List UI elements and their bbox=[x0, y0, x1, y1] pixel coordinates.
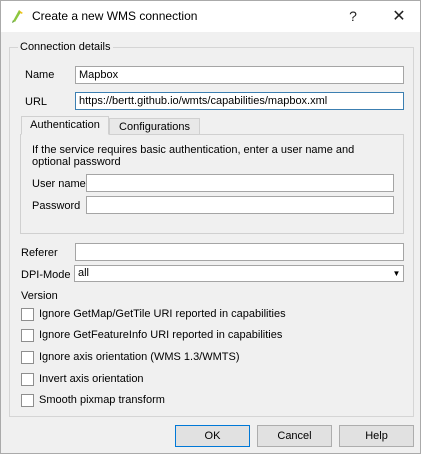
dpi-mode-select[interactable]: all ▼ bbox=[74, 265, 404, 282]
username-input[interactable] bbox=[86, 174, 394, 192]
invert-axis-orientation-checkbox[interactable] bbox=[21, 373, 34, 386]
tab-authentication[interactable]: Authentication bbox=[21, 116, 109, 135]
qgis-icon bbox=[12, 10, 23, 23]
checkbox-label[interactable]: Ignore GetMap/GetTile URI reported in ca… bbox=[39, 308, 286, 320]
connection-details-title: Connection details bbox=[18, 41, 113, 53]
checkbox-label[interactable]: Ignore GetFeatureInfo URI reported in ca… bbox=[39, 329, 282, 341]
help-button[interactable]: Help bbox=[339, 425, 414, 447]
checkbox-label[interactable]: Invert axis orientation bbox=[39, 373, 144, 385]
authentication-panel: If the service requires basic authentica… bbox=[20, 134, 404, 234]
ignore-axis-orientation-checkbox[interactable] bbox=[21, 351, 34, 364]
referer-label: Referer bbox=[21, 247, 58, 259]
url-label: URL bbox=[25, 96, 48, 108]
ignore-getfeatureinfo-checkbox[interactable] bbox=[21, 329, 34, 342]
name-label: Name bbox=[25, 69, 55, 81]
dpi-mode-label: DPI-Mode bbox=[21, 269, 71, 281]
dpi-mode-value: all bbox=[78, 267, 90, 279]
tab-configurations[interactable]: Configurations bbox=[109, 118, 200, 135]
url-input[interactable]: https://bertt.github.io/wmts/capabilitie… bbox=[75, 92, 404, 110]
password-label: Password bbox=[32, 200, 81, 212]
smooth-pixmap-checkbox[interactable] bbox=[21, 394, 34, 407]
title-bar: Create a new WMS connection ? ✕ bbox=[1, 1, 420, 32]
chevron-down-icon[interactable]: ▼ bbox=[389, 266, 403, 281]
help-icon[interactable]: ? bbox=[333, 1, 373, 32]
ok-button[interactable]: OK bbox=[175, 425, 250, 447]
ignore-getmap-checkbox[interactable] bbox=[21, 308, 34, 321]
checkbox-label[interactable]: Ignore axis orientation (WMS 1.3/WMTS) bbox=[39, 351, 240, 363]
username-label: User name bbox=[32, 178, 86, 190]
wms-connection-dialog: Create a new WMS connection ? ✕ Connecti… bbox=[0, 0, 421, 454]
referer-input[interactable] bbox=[75, 243, 404, 261]
dialog-title: Create a new WMS connection bbox=[32, 9, 198, 23]
password-input[interactable] bbox=[86, 196, 394, 214]
name-input[interactable]: Mapbox bbox=[75, 66, 404, 84]
close-icon[interactable]: ✕ bbox=[379, 1, 419, 32]
cancel-button[interactable]: Cancel bbox=[257, 425, 332, 447]
auth-info-text: If the service requires basic authentica… bbox=[32, 144, 355, 168]
checkbox-label[interactable]: Smooth pixmap transform bbox=[39, 394, 165, 406]
version-label: Version bbox=[21, 290, 58, 302]
